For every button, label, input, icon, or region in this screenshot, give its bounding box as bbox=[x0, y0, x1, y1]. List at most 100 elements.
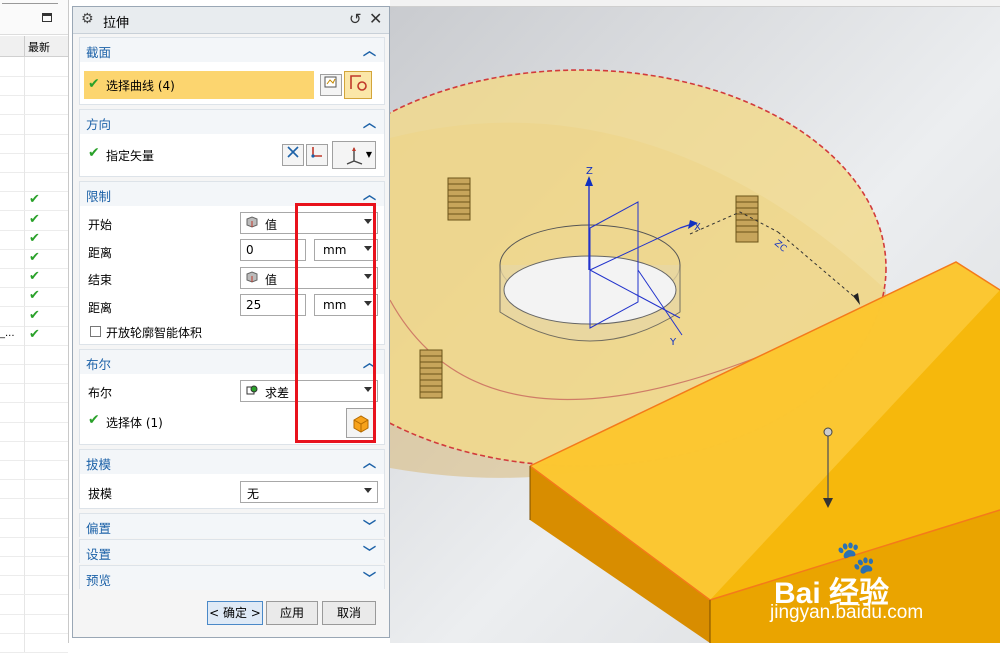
navigator-row[interactable] bbox=[0, 153, 68, 173]
column-divider bbox=[24, 191, 25, 211]
select-curve-row[interactable]: ✔ 选择曲线 (4) bbox=[84, 71, 314, 99]
axis-z-label: Z bbox=[586, 166, 593, 177]
navigator-row[interactable]: ✔ bbox=[0, 268, 68, 289]
end-label: 结束 bbox=[88, 273, 113, 287]
column-divider bbox=[24, 575, 25, 595]
navigator-row[interactable]: ✔ bbox=[0, 287, 68, 308]
navigator-row[interactable] bbox=[0, 383, 68, 404]
value-icon bbox=[246, 271, 258, 283]
open-profile-label: 开放轮廓智能体积 bbox=[106, 326, 203, 340]
draft-value: 无 bbox=[247, 487, 260, 501]
chevron-down-icon bbox=[364, 488, 372, 493]
offset-header[interactable]: 偏置 ﹀ bbox=[80, 514, 384, 538]
navigator-row[interactable]: ✔ _... bbox=[0, 325, 68, 346]
open-profile-checkbox[interactable] bbox=[90, 326, 101, 337]
start-value: 值 bbox=[265, 218, 278, 232]
navigator-row[interactable]: ✔ bbox=[0, 229, 68, 250]
navigator-row[interactable]: ✔ bbox=[0, 306, 68, 327]
sketch-section-button[interactable] bbox=[320, 74, 342, 96]
column-divider bbox=[24, 498, 25, 518]
chevron-down-icon[interactable]: ﹀ bbox=[363, 516, 376, 535]
threaded-pin[interactable] bbox=[735, 195, 759, 243]
navigator-row[interactable] bbox=[0, 114, 68, 135]
column-divider bbox=[24, 95, 25, 115]
check-icon: ✔ bbox=[29, 269, 40, 285]
specify-vector-label: 指定矢量 bbox=[106, 149, 155, 163]
column-divider bbox=[24, 402, 25, 422]
baidu-watermark: 🐾 Bai 经验 jingyan.baidu.com bbox=[770, 538, 1000, 640]
navigator-row[interactable] bbox=[0, 76, 68, 97]
navigator-row[interactable] bbox=[0, 345, 68, 365]
direction-header[interactable]: 方向 ︿ bbox=[80, 110, 384, 134]
draft-header[interactable]: 拔模 ︿ bbox=[80, 450, 384, 474]
navigator-row[interactable] bbox=[0, 402, 68, 423]
chevron-up-icon[interactable]: ︿ bbox=[363, 40, 376, 59]
column-divider bbox=[24, 479, 25, 499]
watermark-url: jingyan.baidu.com bbox=[770, 602, 924, 623]
preview-title: 预览 bbox=[86, 573, 112, 588]
axis-x-label: X bbox=[694, 222, 701, 233]
navigator-row[interactable] bbox=[0, 613, 68, 634]
navigator-row[interactable] bbox=[0, 133, 68, 154]
threaded-pin[interactable] bbox=[447, 177, 471, 221]
close-icon[interactable]: ✕ bbox=[369, 9, 382, 28]
navigator-row[interactable] bbox=[0, 594, 68, 615]
check-icon: ✔ bbox=[29, 250, 40, 265]
navigator-row[interactable]: ✔ bbox=[0, 249, 68, 269]
navigator-row[interactable] bbox=[0, 57, 68, 77]
navigator-row[interactable] bbox=[0, 537, 68, 557]
preview-header[interactable]: 预览 ﹀ bbox=[80, 566, 384, 590]
column-divider bbox=[24, 345, 25, 364]
chevron-down-icon[interactable]: ﹀ bbox=[363, 542, 376, 561]
direction-group: 方向 ︿ ✔ 指定矢量 ▼ bbox=[79, 109, 385, 177]
latest-column-header[interactable]: 最新 bbox=[28, 39, 50, 55]
navigator-row[interactable] bbox=[0, 575, 68, 596]
chevron-up-icon[interactable]: ︿ bbox=[363, 452, 376, 471]
threaded-pin[interactable] bbox=[419, 349, 443, 399]
navigator-row[interactable] bbox=[0, 364, 68, 385]
column-divider bbox=[24, 229, 25, 249]
navigator-row[interactable] bbox=[0, 633, 68, 653]
draft-dropdown[interactable]: 无 bbox=[240, 481, 378, 503]
chevron-up-icon[interactable]: ︿ bbox=[363, 184, 376, 203]
apply-button[interactable]: 应用 bbox=[266, 601, 318, 625]
navigator-row[interactable] bbox=[0, 441, 68, 461]
navigator-row[interactable] bbox=[0, 498, 68, 519]
navigator-row[interactable]: ✔ bbox=[0, 210, 68, 231]
navigator-row[interactable]: ✔ bbox=[0, 191, 68, 212]
curve-button[interactable] bbox=[344, 71, 372, 99]
settings-header[interactable]: 设置 ﹀ bbox=[80, 540, 384, 564]
navigator-row[interactable] bbox=[0, 95, 68, 116]
navigator-toolbar bbox=[0, 0, 68, 35]
maximize-icon[interactable] bbox=[42, 13, 52, 22]
navigator-row[interactable] bbox=[0, 172, 68, 193]
check-icon: ✔ bbox=[29, 192, 40, 208]
draft-group: 拔模 ︿ 拔模 无 bbox=[79, 449, 385, 509]
chevron-down-icon: ▼ bbox=[365, 150, 372, 159]
reset-icon[interactable]: ↺ bbox=[349, 10, 362, 28]
navigator-row[interactable] bbox=[0, 460, 68, 481]
vector-icon bbox=[311, 147, 322, 158]
section-header[interactable]: 截面 ︿ bbox=[80, 38, 384, 62]
check-icon: ✔ bbox=[29, 211, 40, 227]
column-divider bbox=[24, 441, 25, 460]
graphics-window[interactable]: Z X Y ZC 🐾 Bai 经验 jingyan.baidu.com bbox=[390, 0, 1000, 643]
ok-button[interactable]: < 确定 > bbox=[207, 601, 263, 625]
cancel-button[interactable]: 取消 bbox=[322, 601, 376, 625]
vector-dialog-button[interactable] bbox=[306, 144, 328, 166]
navigator-row[interactable] bbox=[0, 517, 68, 538]
vector-type-dropdown[interactable]: ▼ bbox=[332, 141, 376, 169]
chevron-down-icon[interactable]: ﹀ bbox=[363, 568, 376, 587]
dialog-titlebar[interactable]: ⚙ 拉伸 ↺ ✕ bbox=[73, 7, 389, 34]
column-divider bbox=[24, 133, 25, 153]
distance2-label: 距离 bbox=[88, 301, 113, 315]
column-divider bbox=[24, 594, 25, 614]
navigator-row[interactable] bbox=[0, 556, 68, 577]
limits-title: 限制 bbox=[86, 189, 112, 204]
navigator-row[interactable] bbox=[0, 479, 68, 500]
column-divider bbox=[24, 210, 25, 230]
column-divider bbox=[24, 364, 25, 384]
chevron-up-icon[interactable]: ︿ bbox=[363, 112, 376, 131]
reverse-direction-button[interactable] bbox=[282, 144, 304, 166]
navigator-row[interactable] bbox=[0, 421, 68, 442]
